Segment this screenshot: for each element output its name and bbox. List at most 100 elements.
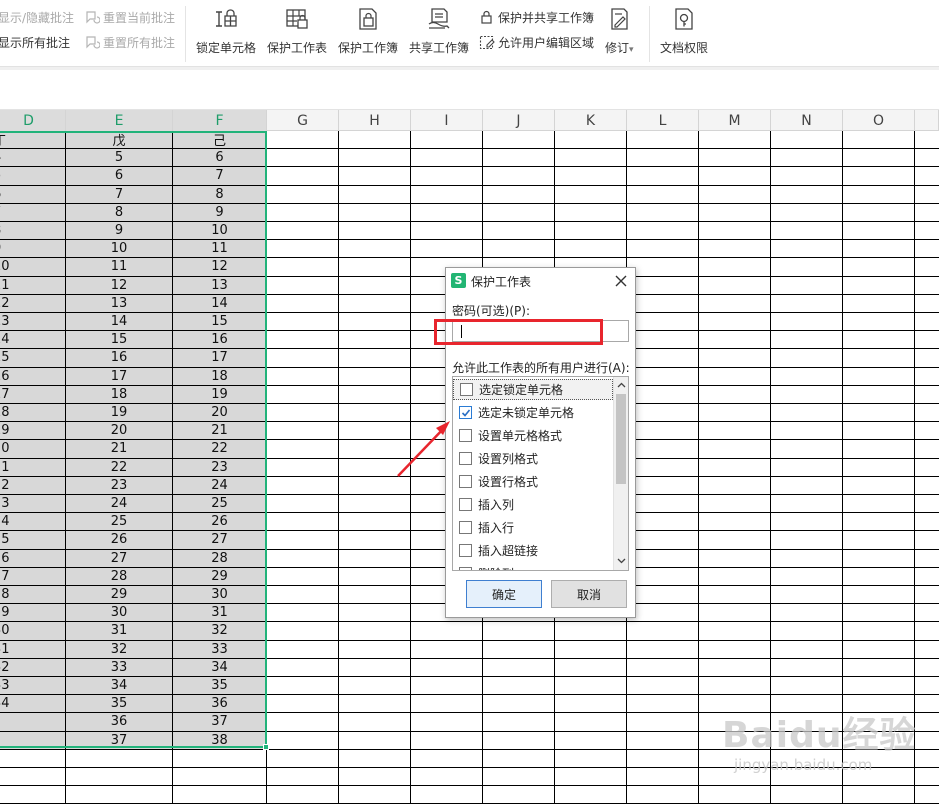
cell[interactable] xyxy=(267,440,339,459)
cell[interactable] xyxy=(411,786,483,805)
cell[interactable] xyxy=(483,167,555,186)
cell[interactable]: 36 xyxy=(173,695,267,714)
cell[interactable] xyxy=(627,586,699,605)
cell[interactable] xyxy=(843,276,915,295)
cell[interactable] xyxy=(915,222,939,241)
cell[interactable] xyxy=(699,240,771,259)
cell[interactable] xyxy=(915,186,939,204)
cell[interactable]: 17 xyxy=(66,367,173,386)
cell[interactable] xyxy=(627,422,699,441)
cell[interactable] xyxy=(267,349,339,368)
cell[interactable] xyxy=(771,167,843,186)
cell[interactable]: 27 xyxy=(66,549,173,568)
cell[interactable] xyxy=(339,768,411,787)
cell[interactable] xyxy=(339,331,411,350)
cell[interactable]: 14 xyxy=(173,294,267,313)
cell[interactable]: 28 xyxy=(66,567,173,586)
cell[interactable]: 16 xyxy=(0,367,66,386)
cell[interactable]: 23 xyxy=(173,458,267,477)
cell[interactable] xyxy=(843,404,915,423)
cell[interactable] xyxy=(555,695,627,714)
cell[interactable] xyxy=(699,185,771,204)
cell[interactable] xyxy=(771,276,843,295)
ok-button[interactable]: 确定 xyxy=(466,580,542,608)
cell[interactable] xyxy=(915,677,939,696)
cell[interactable] xyxy=(915,440,939,459)
cell[interactable]: 24 xyxy=(173,476,267,495)
cell[interactable] xyxy=(699,331,771,350)
cell[interactable]: 20 xyxy=(66,422,173,441)
cell[interactable] xyxy=(843,476,915,495)
cell[interactable] xyxy=(915,422,939,441)
cell[interactable] xyxy=(843,167,915,186)
cell[interactable] xyxy=(627,495,699,514)
permission-option[interactable]: 设置列格式 xyxy=(453,448,613,469)
cell[interactable] xyxy=(339,713,411,732)
cell[interactable] xyxy=(771,731,843,750)
cell[interactable] xyxy=(627,768,699,787)
cell[interactable] xyxy=(267,622,339,641)
cell[interactable]: 32 xyxy=(66,640,173,659)
cell[interactable] xyxy=(267,131,339,150)
cell[interactable] xyxy=(555,240,627,259)
cell[interactable]: 16 xyxy=(66,349,173,368)
cell[interactable]: 16 xyxy=(173,331,267,350)
cell[interactable] xyxy=(915,622,939,641)
cell[interactable] xyxy=(699,422,771,441)
cell[interactable] xyxy=(843,131,915,150)
show-hide-comment-button[interactable]: 显示/隐藏批注 xyxy=(0,7,74,27)
cell[interactable] xyxy=(843,422,915,441)
cell[interactable] xyxy=(339,622,411,641)
cell[interactable] xyxy=(771,404,843,423)
cell[interactable] xyxy=(843,586,915,605)
cell[interactable] xyxy=(627,149,699,168)
cell[interactable] xyxy=(699,622,771,641)
cell[interactable] xyxy=(843,731,915,750)
cell[interactable]: 20 xyxy=(173,404,267,423)
cell[interactable] xyxy=(843,786,915,805)
cell[interactable] xyxy=(699,604,771,623)
cell[interactable] xyxy=(555,640,627,659)
cell[interactable] xyxy=(267,749,339,768)
cell[interactable] xyxy=(555,713,627,732)
cell[interactable] xyxy=(771,422,843,441)
cell[interactable] xyxy=(843,695,915,714)
protect-sheet-button[interactable]: 保护工作表 xyxy=(267,4,327,62)
cell[interactable] xyxy=(771,622,843,641)
cell[interactable] xyxy=(699,149,771,168)
cell[interactable] xyxy=(411,695,483,714)
cell[interactable] xyxy=(915,349,939,368)
cell[interactable] xyxy=(339,203,411,222)
cell[interactable]: 戊 xyxy=(66,131,173,150)
cell[interactable] xyxy=(771,677,843,696)
cell[interactable] xyxy=(555,131,627,150)
cell[interactable] xyxy=(483,713,555,732)
cell[interactable] xyxy=(267,640,339,659)
cell[interactable] xyxy=(555,749,627,768)
track-changes-button[interactable]: 修订▾ xyxy=(605,4,634,62)
cell[interactable] xyxy=(699,131,771,150)
cell[interactable] xyxy=(339,531,411,550)
cell[interactable] xyxy=(267,258,339,277)
cell[interactable]: 5 xyxy=(0,167,66,186)
cell[interactable] xyxy=(915,695,939,714)
cell[interactable] xyxy=(267,786,339,805)
column-header-n[interactable]: N xyxy=(771,110,843,131)
cell[interactable] xyxy=(699,349,771,368)
cell[interactable] xyxy=(339,276,411,295)
cell[interactable]: 5 xyxy=(66,149,173,168)
cell[interactable]: 7 xyxy=(0,203,66,222)
cell[interactable]: 23 xyxy=(0,495,66,514)
cell[interactable] xyxy=(915,604,939,623)
cell[interactable] xyxy=(771,440,843,459)
cell[interactable] xyxy=(771,331,843,350)
cell[interactable] xyxy=(915,513,939,532)
cell[interactable] xyxy=(627,313,699,332)
cell[interactable] xyxy=(915,659,939,677)
reset-current-comment-button[interactable]: 重置当前批注 xyxy=(84,7,175,27)
cell[interactable] xyxy=(771,586,843,605)
cell[interactable]: 38 xyxy=(173,731,267,750)
cell[interactable] xyxy=(483,222,555,241)
cell[interactable] xyxy=(411,240,483,259)
cell[interactable] xyxy=(627,640,699,659)
